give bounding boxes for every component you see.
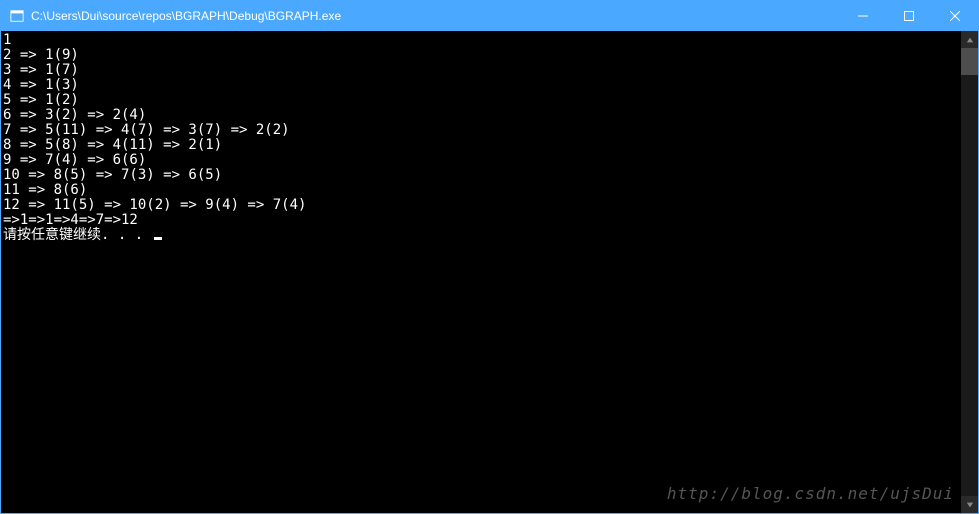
vertical-scrollbar[interactable] [961,31,978,513]
close-button[interactable] [932,1,978,31]
console-line: 7 => 5(11) => 4(7) => 3(7) => 2(2) [3,123,961,138]
cursor [154,237,162,240]
console-line: 10 => 8(5) => 7(3) => 6(5) [3,168,961,183]
console-line: 12 => 11(5) => 10(2) => 9(4) => 7(4) [3,198,961,213]
maximize-button[interactable] [886,1,932,31]
console-line: 9 => 7(4) => 6(6) [3,153,961,168]
minimize-button[interactable] [840,1,886,31]
app-icon [9,8,25,24]
scroll-down-arrow[interactable] [961,496,978,513]
console-line: 5 => 1(2) [3,93,961,108]
console-line: =>1=>1=>4=>7=>12 [3,213,961,228]
window-title: C:\Users\Dui\source\repos\BGRAPH\Debug\B… [31,9,840,23]
scroll-thumb[interactable] [961,48,978,75]
console-line: 4 => 1(3) [3,78,961,93]
console-line: 6 => 3(2) => 2(4) [3,108,961,123]
prompt-text: 请按任意键继续. . . [3,227,152,243]
console-line: 11 => 8(6) [3,183,961,198]
console-prompt-line: 请按任意键继续. . . [3,228,961,243]
console-window: C:\Users\Dui\source\repos\BGRAPH\Debug\B… [0,0,979,514]
console-line: 1 [3,33,961,48]
titlebar: C:\Users\Dui\source\repos\BGRAPH\Debug\B… [1,1,978,31]
console-output: 12 => 1(9)3 => 1(7)4 => 1(3)5 => 1(2)6 =… [1,31,961,513]
scroll-up-arrow[interactable] [961,31,978,48]
console-line: 2 => 1(9) [3,48,961,63]
console-line: 3 => 1(7) [3,63,961,78]
scroll-track[interactable] [961,48,978,496]
console-body: 12 => 1(9)3 => 1(7)4 => 1(3)5 => 1(2)6 =… [1,31,978,513]
console-line: 8 => 5(8) => 4(11) => 2(1) [3,138,961,153]
window-controls [840,1,978,31]
